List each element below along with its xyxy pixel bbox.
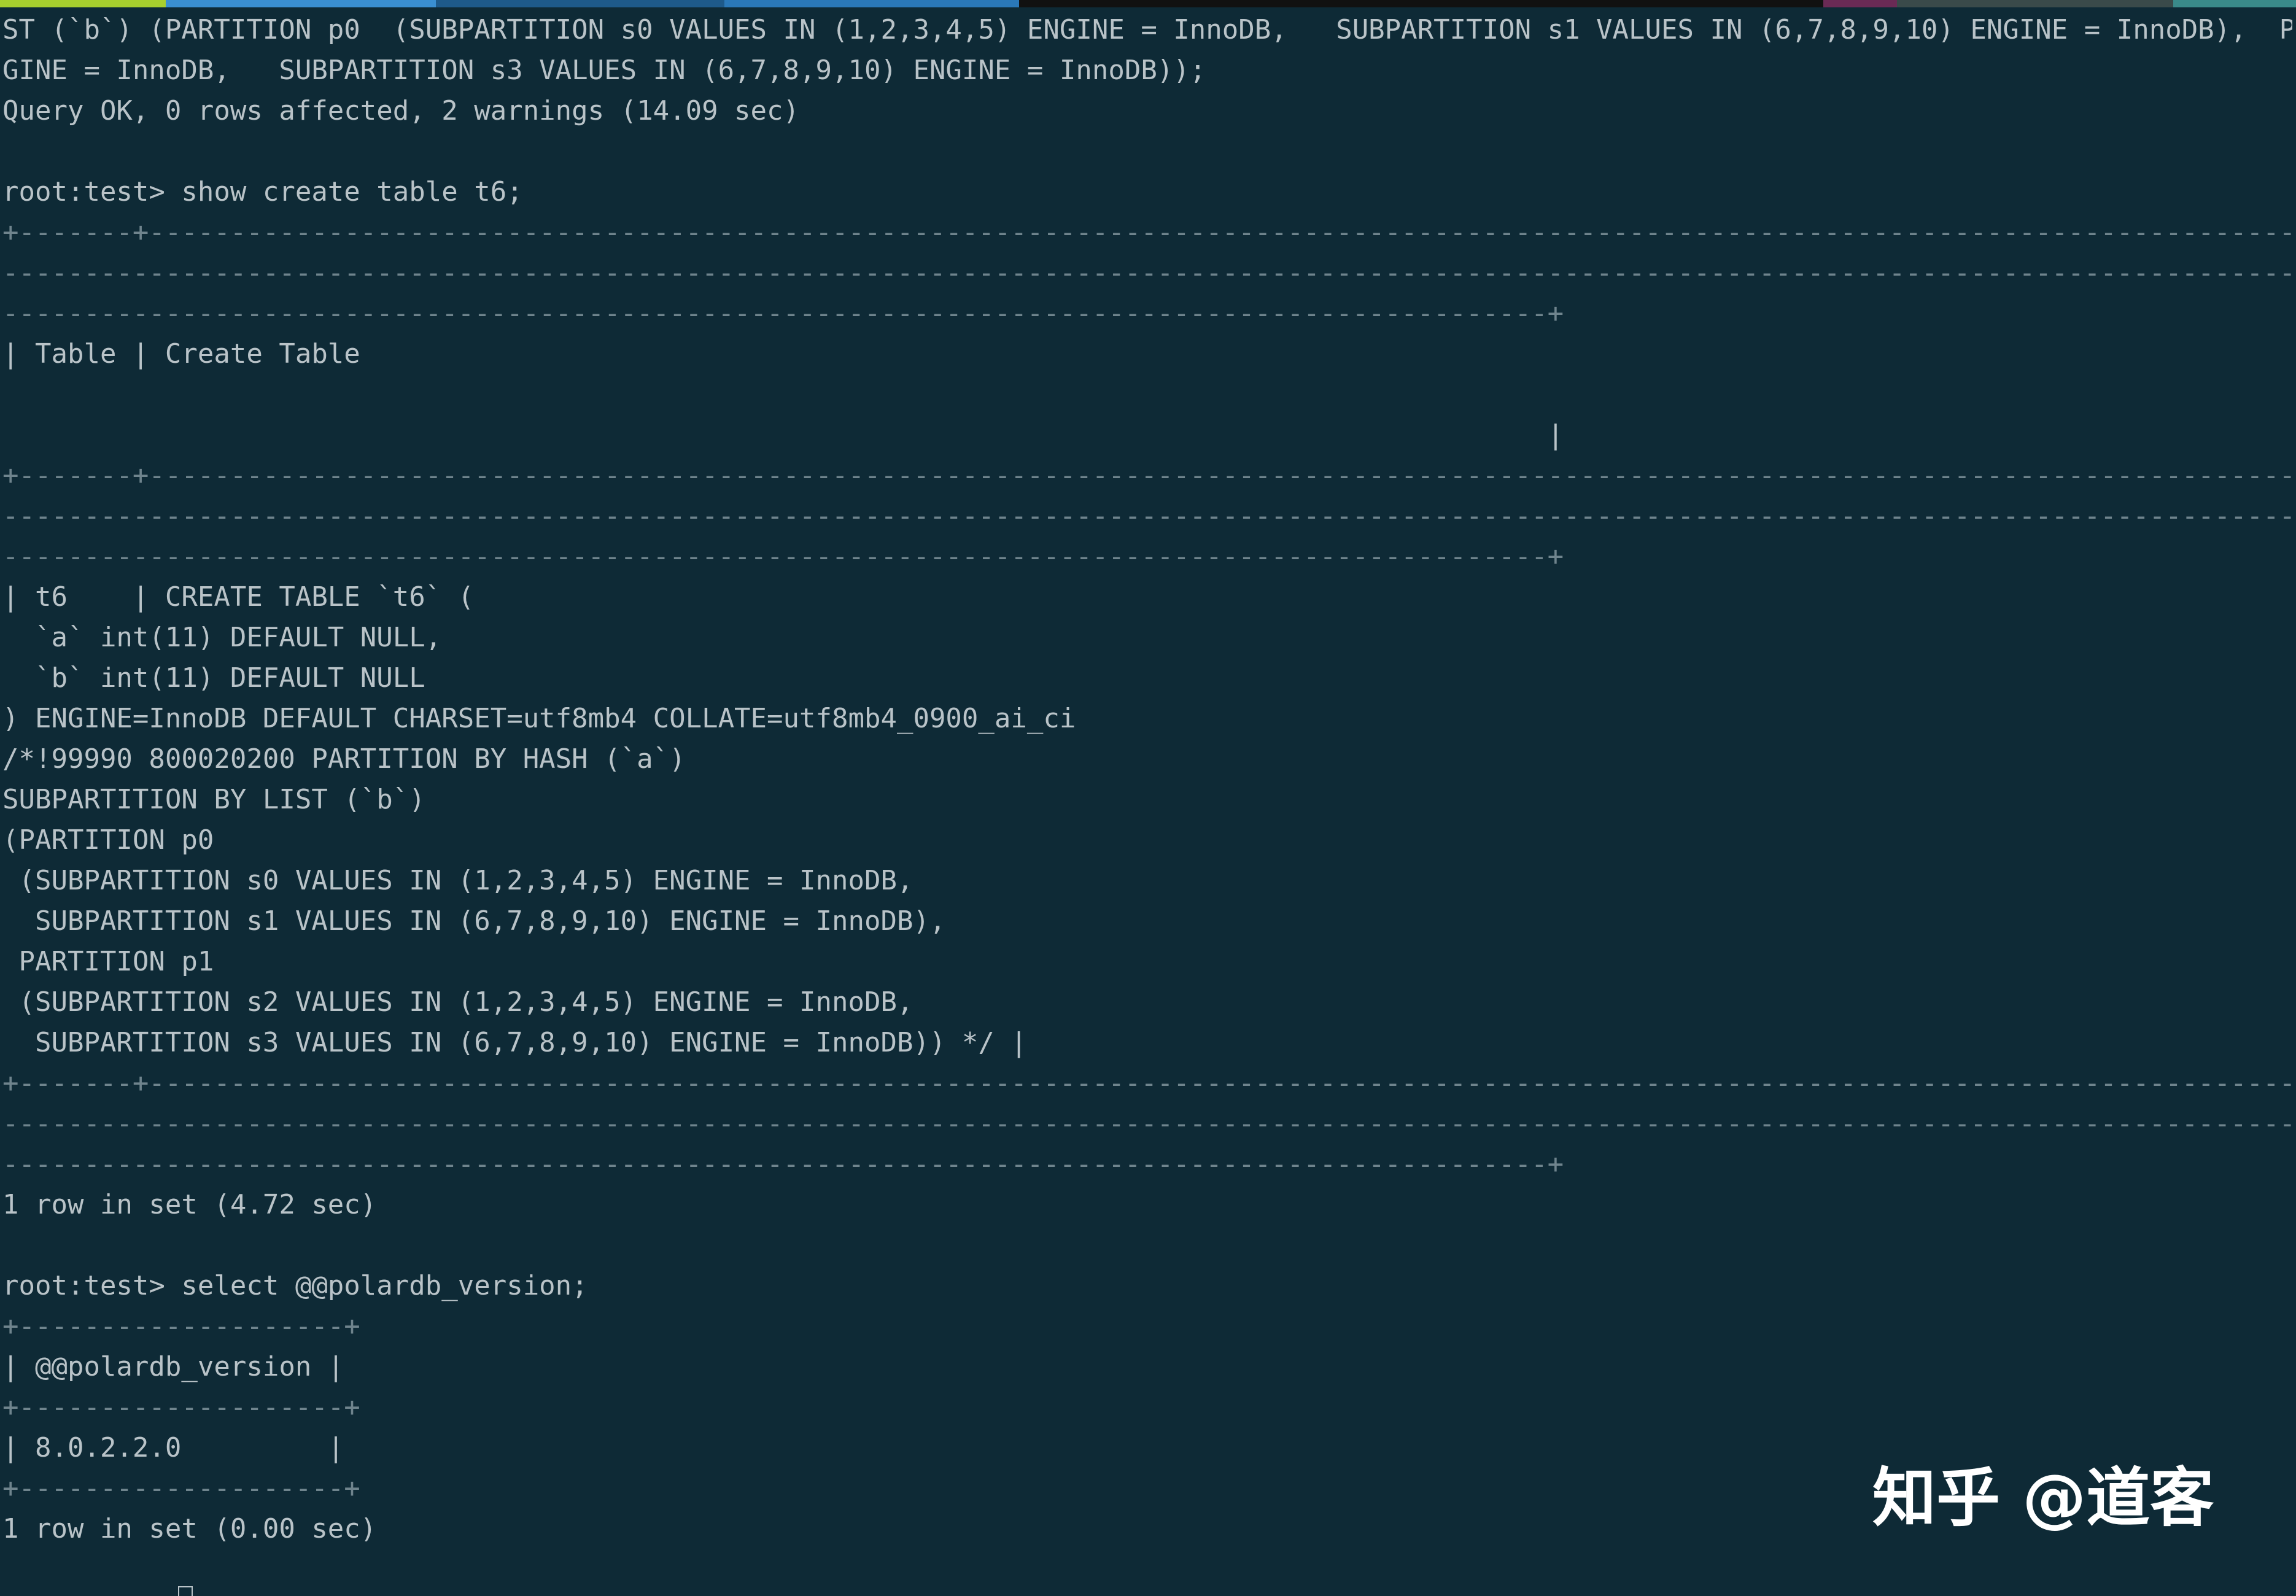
terminal-line: SUBPARTITION s3 VALUES IN (6,7,8,9,10) E… [2,1027,1027,1058]
tab-color-segment [1019,0,1823,7]
terminal-line: PARTITION p1 [2,946,214,977]
tab-color-segment [436,0,724,7]
table-border-line: +--------------------+ [2,1311,360,1342]
tab-color-segment [0,0,166,7]
terminal-line: Query OK, 0 rows affected, 2 warnings (1… [2,95,800,126]
terminal-line: | @@polardb_version | [2,1351,344,1382]
tab-color-segment [166,0,436,7]
table-border-line: +-------+-------------------------------… [2,1067,2292,1099]
terminal-line: `b` int(11) DEFAULT NULL [2,662,425,694]
table-border-line: ----------------------------------------… [2,1108,2292,1139]
terminal-line: SUBPARTITION s1 VALUES IN (6,7,8,9,10) E… [2,905,946,937]
table-border-line: +-------+-------------------------------… [2,217,2292,248]
terminal-line: | Table | Create Table [2,338,360,370]
tab-color-segment [724,0,1019,7]
text-cursor [178,1586,193,1596]
terminal-line: GINE = InnoDB, SUBPARTITION s3 VALUES IN… [2,55,1206,86]
tab-strip [0,0,2296,7]
terminal-line: ) ENGINE=InnoDB DEFAULT CHARSET=utf8mb4 … [2,703,1076,734]
table-border-line: ----------------------------------------… [2,298,1564,329]
terminal-window[interactable]: ST (`b`) (PARTITION p0 (SUBPARTITION s0 … [0,0,2296,1596]
table-border-line: ----------------------------------------… [2,541,1564,572]
terminal-line: `a` int(11) DEFAULT NULL, [2,622,442,653]
watermark: 知乎 @道客 [1872,1460,2214,1535]
terminal-line: ST (`b`) (PARTITION p0 (SUBPARTITION s0 … [2,14,2292,45]
terminal-line: SUBPARTITION BY LIST (`b`) [2,784,425,815]
terminal-line: | [2,419,1564,451]
table-border-line: +-------+-------------------------------… [2,460,2292,491]
terminal-line: 1 row in set (4.72 sec) [2,1189,377,1220]
tab-color-segment [1897,0,2173,7]
terminal-output: ST (`b`) (PARTITION p0 (SUBPARTITION s0 … [2,10,2292,1549]
table-border-line: ----------------------------------------… [2,1149,1564,1180]
tab-color-segment [2173,0,2296,7]
terminal-line: (SUBPARTITION s2 VALUES IN (1,2,3,4,5) E… [2,986,913,1018]
terminal-line: | t6 | CREATE TABLE `t6` ( [2,581,475,613]
table-border-line: ----------------------------------------… [2,257,2292,289]
tab-color-segment [1823,0,1897,7]
terminal-line: /*!99990 800020200 PARTITION BY HASH (`a… [2,743,686,775]
table-border-line: +--------------------+ [2,1392,360,1423]
command-line: root:test> show create table t6; [2,176,523,207]
command-line: root:test> select @@polardb_version; [2,1270,588,1301]
table-border-line: ----------------------------------------… [2,500,2292,532]
terminal-line: (PARTITION p0 [2,824,214,856]
terminal-line: (SUBPARTITION s0 VALUES IN (1,2,3,4,5) E… [2,865,913,896]
